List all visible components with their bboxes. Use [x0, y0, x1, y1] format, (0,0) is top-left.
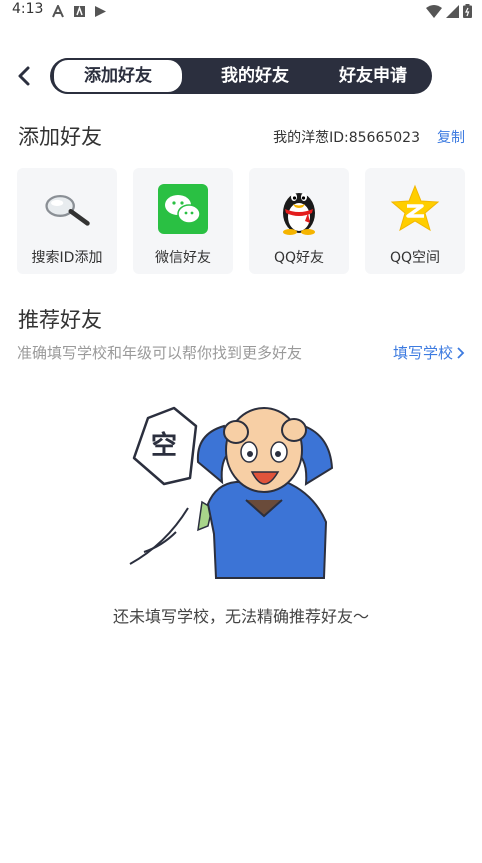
- tab-my-friends[interactable]: 我的好友: [195, 60, 315, 92]
- magnifier-icon: [42, 184, 92, 234]
- qzone-option[interactable]: QQ空间: [365, 168, 465, 274]
- back-arrow-icon: [18, 66, 30, 86]
- recommend-hint: 准确填写学校和年级可以帮你找到更多好友: [17, 344, 303, 362]
- add-options: 搜索ID添加 微信好友 QQ好友 QQ空间: [17, 168, 465, 274]
- play-store-icon: [94, 3, 107, 17]
- wechat-label: 微信好友: [155, 250, 211, 266]
- search-id-label: 搜索ID添加: [31, 250, 103, 266]
- empty-state-illustration: 空: [129, 406, 334, 579]
- tab-bar: 添加好友 我的好友 好友申请: [50, 58, 432, 94]
- tab-add-friend[interactable]: 添加好友: [52, 58, 184, 94]
- chevron-right-icon: [457, 346, 465, 359]
- copy-id-button[interactable]: 复制: [437, 127, 465, 147]
- empty-sign-text: 空: [151, 430, 177, 461]
- battery-icon: [463, 3, 472, 22]
- fill-school-label: 填写学校: [392, 344, 453, 362]
- qq-label: QQ好友: [273, 250, 325, 266]
- wechat-icon: [158, 184, 208, 234]
- recommend-title: 推荐好友: [18, 308, 102, 332]
- fill-school-link[interactable]: 填写学校: [393, 342, 465, 363]
- top-nav: 添加好友 我的好友 好友申请: [0, 58, 482, 94]
- notification-box-icon: [73, 3, 86, 17]
- empty-state-text: 还未填写学校，无法精确推荐好友～: [112, 607, 369, 626]
- my-id-label: 我的洋葱ID:85665023: [273, 130, 420, 146]
- status-bar: 4:13: [0, 0, 482, 22]
- signal-icon: [446, 3, 459, 22]
- wechat-option[interactable]: 微信好友: [133, 168, 233, 274]
- qzone-label: QQ空间: [389, 250, 441, 266]
- search-id-option[interactable]: 搜索ID添加: [17, 168, 117, 274]
- back-button[interactable]: [14, 64, 36, 88]
- notification-a-icon: [52, 3, 65, 18]
- tab-friend-requests[interactable]: 好友申请: [318, 60, 428, 92]
- wifi-icon: [426, 3, 442, 22]
- qq-icon: [274, 184, 324, 235]
- status-time: 4:13: [12, 1, 44, 17]
- qzone-icon: [390, 184, 440, 234]
- qq-option[interactable]: QQ好友: [249, 168, 349, 274]
- add-friend-title: 添加好友: [18, 125, 102, 149]
